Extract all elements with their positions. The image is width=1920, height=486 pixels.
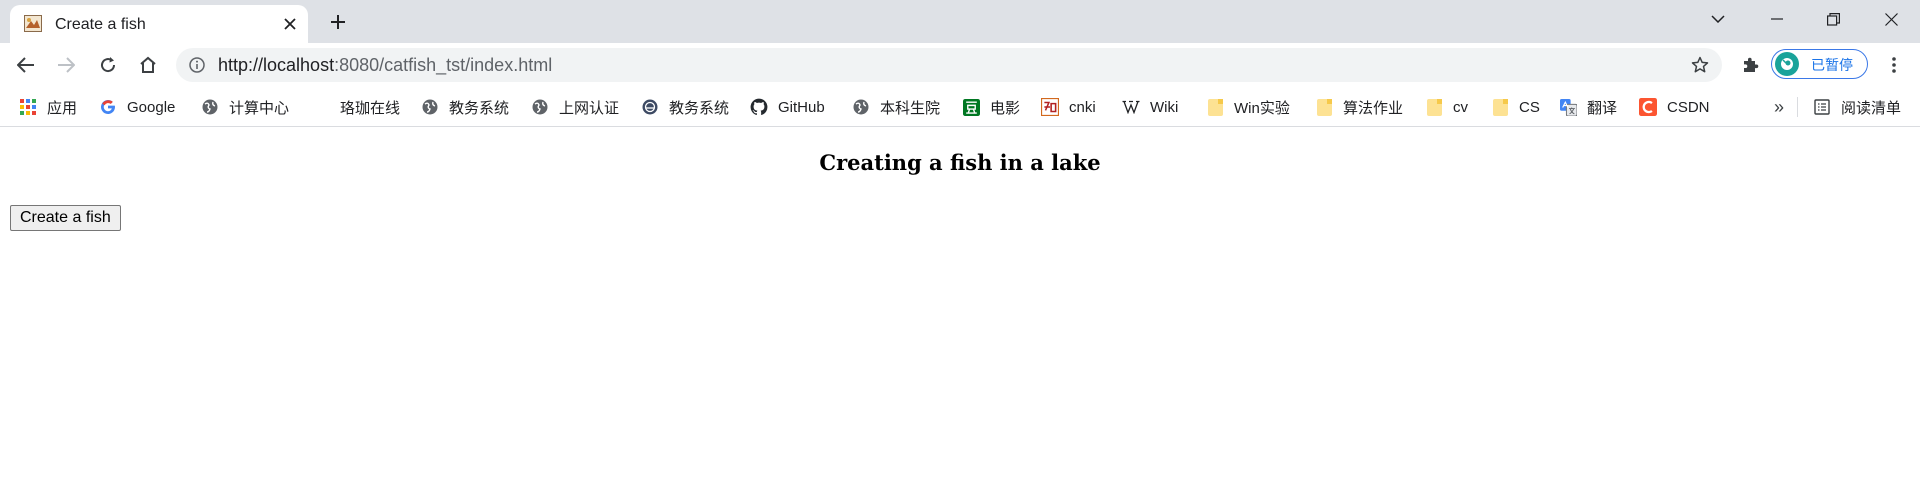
bookmark-folder-cs[interactable]: CS xyxy=(1491,96,1540,118)
bookmark-label: 翻译 xyxy=(1587,99,1618,117)
reload-icon[interactable] xyxy=(94,51,122,79)
douban-icon xyxy=(962,98,980,116)
bookmark-cnki[interactable]: cnki xyxy=(1041,96,1096,118)
github-icon xyxy=(750,98,768,116)
bookmarks-bar: 应用 Google 计算中心 珞珈在线 教务系统 上网认证 教务系统 GitHu… xyxy=(0,87,1920,127)
browser-tab[interactable]: Create a fish xyxy=(10,5,308,43)
bookmark-movies[interactable]: 电影 xyxy=(962,96,1020,118)
bookmark-academic-affairs-2[interactable]: 教务系统 xyxy=(641,96,729,118)
globe-icon xyxy=(852,98,870,116)
bookmark-folder-cv[interactable]: cv xyxy=(1425,96,1468,118)
bookmark-label: 应用 xyxy=(47,99,78,117)
url-path: :8080/catfish_tst/index.html xyxy=(334,55,553,75)
tab-title: Create a fish xyxy=(55,16,146,33)
bookmark-label: CS xyxy=(1519,98,1540,116)
bookmark-label: Win实验 xyxy=(1234,99,1290,117)
create-fish-button[interactable]: Create a fish xyxy=(10,205,121,231)
bookmarks-divider xyxy=(1797,97,1798,117)
bookmark-label: 电影 xyxy=(990,99,1021,117)
bookmark-label: 教务系统 xyxy=(669,99,730,117)
translate-icon xyxy=(1559,98,1577,116)
school-icon xyxy=(641,98,659,116)
bookmarks-overflow-button[interactable]: » xyxy=(1774,96,1784,118)
cnki-icon xyxy=(1041,98,1059,116)
restore-icon[interactable] xyxy=(1816,4,1850,34)
bookmark-label: Google xyxy=(127,98,176,116)
minimize-icon[interactable] xyxy=(1760,4,1794,34)
folder-icon xyxy=(1425,98,1443,116)
browser-toolbar: http://localhost:8080/catfish_tst/index.… xyxy=(0,43,1920,87)
new-tab-plus-icon[interactable] xyxy=(326,10,350,34)
bookmark-network-auth[interactable]: 上网认证 xyxy=(531,96,619,118)
bookmark-luojia-online[interactable]: 珞珈在线 xyxy=(340,96,400,118)
bookmark-label: cv xyxy=(1453,98,1468,116)
bookmark-undergrad-school[interactable]: 本科生院 xyxy=(852,96,940,118)
globe-icon xyxy=(201,98,219,116)
more-menu-icon[interactable] xyxy=(1880,51,1908,79)
bookmark-apps[interactable]: 应用 xyxy=(19,96,77,118)
reading-list-icon xyxy=(1813,98,1831,116)
bookmark-label: 上网认证 xyxy=(559,99,620,117)
page-heading: Creating a fish in a lake xyxy=(819,150,1101,175)
profile-status-label: 已暂停 xyxy=(1811,57,1853,73)
address-url[interactable]: http://localhost:8080/catfish_tst/index.… xyxy=(218,55,552,76)
bookmark-label: CSDN xyxy=(1667,98,1710,116)
bookmark-star-icon[interactable] xyxy=(1690,55,1710,75)
bookmark-computing-center[interactable]: 计算中心 xyxy=(201,96,289,118)
bookmark-label: cnki xyxy=(1069,98,1096,116)
bookmark-label: 算法作业 xyxy=(1343,99,1404,117)
close-window-icon[interactable] xyxy=(1874,4,1908,34)
bookmark-translate[interactable]: 翻译 xyxy=(1559,96,1617,118)
url-host: http://localhost xyxy=(218,55,335,75)
bookmark-folder-algorithm-homework[interactable]: 算法作业 xyxy=(1315,96,1403,118)
extensions-puzzle-icon[interactable] xyxy=(1736,51,1764,79)
bookmark-label: Wiki xyxy=(1150,98,1179,116)
bookmark-wiki[interactable]: Wiki xyxy=(1122,96,1178,118)
reading-list-button[interactable]: 阅读清单 xyxy=(1813,96,1901,118)
tab-close-icon[interactable] xyxy=(280,14,300,34)
site-info-icon[interactable] xyxy=(188,56,206,74)
bookmark-github[interactable]: GitHub xyxy=(750,96,825,118)
bookmark-google[interactable]: Google xyxy=(99,96,175,118)
csdn-icon xyxy=(1639,98,1657,116)
address-bar[interactable]: http://localhost:8080/catfish_tst/index.… xyxy=(176,48,1722,82)
reading-list-label: 阅读清单 xyxy=(1841,99,1902,117)
home-icon[interactable] xyxy=(134,51,162,79)
profile-avatar-icon xyxy=(1775,52,1799,76)
bookmark-academic-affairs-1[interactable]: 教务系统 xyxy=(421,96,509,118)
profile-paused-button[interactable]: 已暂停 xyxy=(1771,49,1868,79)
bookmark-label: 珞珈在线 xyxy=(340,99,401,117)
bookmark-label: 本科生院 xyxy=(880,99,941,117)
back-arrow-icon[interactable] xyxy=(12,51,40,79)
bookmark-folder-win-lab[interactable]: Win实验 xyxy=(1206,96,1290,118)
tab-search-chevron-icon[interactable] xyxy=(1701,4,1735,34)
bookmark-csdn[interactable]: CSDN xyxy=(1639,96,1710,118)
tab-favicon-icon xyxy=(24,15,42,32)
folder-icon xyxy=(1491,98,1509,116)
apps-grid-icon xyxy=(19,98,37,116)
bookmark-label: 计算中心 xyxy=(229,99,290,117)
folder-icon xyxy=(1315,98,1333,116)
globe-icon xyxy=(531,98,549,116)
bookmark-label: GitHub xyxy=(778,98,825,116)
tab-strip: Create a fish xyxy=(0,0,1920,43)
globe-icon xyxy=(421,98,439,116)
folder-icon xyxy=(1206,98,1224,116)
wikipedia-icon xyxy=(1122,98,1140,116)
forward-arrow-icon[interactable] xyxy=(52,51,80,79)
google-icon xyxy=(99,98,117,116)
bookmark-label: 教务系统 xyxy=(449,99,510,117)
